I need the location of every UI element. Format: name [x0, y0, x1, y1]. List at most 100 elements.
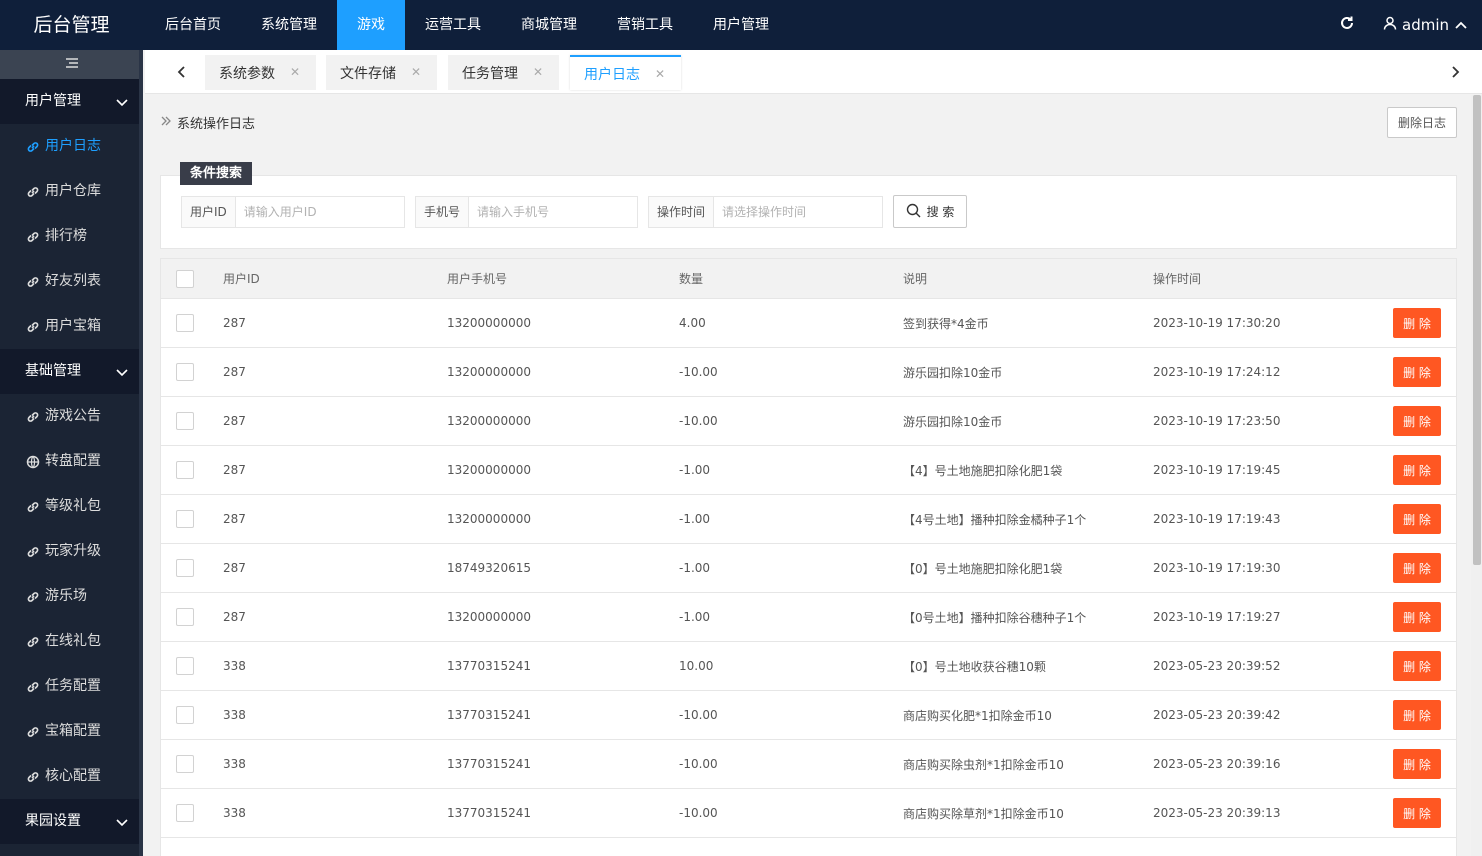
sidebar-item-label: 等级礼包 [45, 498, 101, 514]
delete-row-button[interactable]: 删 除 [1393, 357, 1441, 387]
sidebar-item-online-gift[interactable]: 在线礼包 [0, 619, 143, 664]
cell-user-id: 287 [223, 414, 246, 428]
top-nav-shop[interactable]: 商城管理 [501, 0, 597, 50]
row-checkbox[interactable] [176, 755, 194, 773]
delete-row-button[interactable]: 删 除 [1393, 553, 1441, 583]
top-nav-users[interactable]: 用户管理 [693, 0, 789, 50]
top-nav-ops-tools[interactable]: 运营工具 [405, 0, 501, 50]
top-nav-marketing[interactable]: 营销工具 [597, 0, 693, 50]
chevron-down-icon [115, 349, 129, 394]
sidebar-item-playground[interactable]: 游乐场 [0, 574, 143, 619]
column-header-description: 说明 [903, 272, 928, 286]
row-checkbox[interactable] [176, 314, 194, 332]
sidebar-item-label: 在线礼包 [45, 633, 101, 649]
close-icon[interactable]: ✕ [655, 67, 665, 81]
select-all-checkbox[interactable] [176, 269, 194, 288]
cell-quantity: -10.00 [679, 757, 718, 771]
user-menu[interactable]: admin [1383, 16, 1468, 34]
cell-description: 商店购买除虫剂*1扣除金币10 [903, 757, 1064, 772]
link-icon [25, 589, 41, 605]
sidebar-group-basic-management[interactable]: 基础管理 [0, 349, 143, 394]
sidebar: 用户管理 用户日志 用户仓库 排行榜 好友列表 用户宝箱 基础管理 游戏公告 转… [0, 50, 143, 856]
sidebar-item-label: 任务配置 [45, 678, 101, 694]
phone-label: 手机号 [416, 197, 470, 227]
delete-row-button[interactable]: 删 除 [1393, 406, 1441, 436]
delete-row-button[interactable]: 删 除 [1393, 798, 1441, 828]
row-checkbox[interactable] [176, 657, 194, 675]
sidebar-group-user-management[interactable]: 用户管理 [0, 79, 143, 124]
sidebar-item-level-gift[interactable]: 等级礼包 [0, 484, 143, 529]
delete-row-button[interactable]: 删 除 [1393, 700, 1441, 730]
tab-user-log[interactable]: 用户日志 ✕ [570, 55, 681, 90]
row-checkbox[interactable] [176, 412, 194, 430]
sidebar-item-user-warehouse[interactable]: 用户仓库 [0, 169, 143, 214]
link-icon [25, 499, 41, 515]
delete-row-button[interactable]: 删 除 [1393, 651, 1441, 681]
scrollbar-thumb[interactable] [1473, 95, 1481, 565]
top-nav-home[interactable]: 后台首页 [145, 0, 241, 50]
sidebar-item-leaderboard[interactable]: 排行榜 [0, 214, 143, 259]
sidebar-item-task-config[interactable]: 任务配置 [0, 664, 143, 709]
cell-phone: 13200000000 [447, 414, 531, 428]
table-header: 用户ID 用户手机号 数量 说明 操作时间 [161, 259, 1456, 299]
close-icon[interactable]: ✕ [290, 65, 300, 79]
row-checkbox[interactable] [176, 706, 194, 724]
row-checkbox[interactable] [176, 510, 194, 528]
sidebar-item-user-log[interactable]: 用户日志 [0, 124, 143, 169]
cell-time: 2023-05-23 20:39:52 [1153, 659, 1281, 673]
cell-description: 游乐园扣除10金币 [903, 365, 1003, 380]
refresh-icon[interactable] [1339, 15, 1355, 35]
sidebar-item-chest-config[interactable]: 宝箱配置 [0, 709, 143, 754]
row-checkbox[interactable] [176, 804, 194, 822]
row-checkbox[interactable] [176, 608, 194, 626]
tab-file-storage[interactable]: 文件存储 ✕ [326, 55, 437, 90]
tabs-scroll-left-button[interactable] [167, 50, 197, 94]
tab-system-params[interactable]: 系统参数 ✕ [205, 55, 316, 90]
tabs-bar: 系统参数 ✕ 文件存储 ✕ 任务管理 ✕ 用户日志 ✕ [145, 50, 1482, 94]
delete-row-button[interactable]: 删 除 [1393, 504, 1441, 534]
row-checkbox[interactable] [176, 461, 194, 479]
double-chevron-right-icon [160, 115, 172, 131]
row-checkbox[interactable] [176, 559, 194, 577]
sidebar-item-game-notice[interactable]: 游戏公告 [0, 394, 143, 439]
close-icon[interactable]: ✕ [533, 65, 543, 79]
cell-time: 2023-10-19 17:19:45 [1153, 463, 1281, 477]
link-icon [25, 409, 41, 425]
cell-time: 2023-10-19 17:19:27 [1153, 610, 1281, 624]
cell-description: 【0】号土地施肥扣除化肥1袋 [903, 561, 1063, 576]
sidebar-item-core-config[interactable]: 核心配置 [0, 754, 143, 799]
tab-task-management[interactable]: 任务管理 ✕ [448, 55, 559, 90]
sidebar-scrollbar[interactable] [139, 50, 143, 856]
row-checkbox[interactable] [176, 363, 194, 381]
sidebar-item-user-chest[interactable]: 用户宝箱 [0, 304, 143, 349]
table-row: 287 18749320615 -1.00 【0】号土地施肥扣除化肥1袋 2023-10… [161, 544, 1456, 593]
search-button[interactable]: 搜 索 [893, 195, 967, 228]
sidebar-item-friends[interactable]: 好友列表 [0, 259, 143, 304]
phone-input[interactable] [469, 197, 637, 227]
delete-row-button[interactable]: 删 除 [1393, 749, 1441, 779]
sidebar-item-player-upgrade[interactable]: 玩家升级 [0, 529, 143, 574]
sidebar-group-label: 基础管理 [25, 363, 81, 379]
delete-row-button[interactable]: 删 除 [1393, 308, 1441, 338]
delete-log-button[interactable]: 删除日志 [1387, 107, 1457, 138]
cell-quantity: -10.00 [679, 414, 718, 428]
content-scrollbar[interactable] [1471, 95, 1482, 856]
cell-user-id: 338 [223, 806, 246, 820]
cell-quantity: -1.00 [679, 463, 711, 477]
top-nav-game[interactable]: 游戏 [337, 0, 405, 50]
tabs-scroll-right-button[interactable] [1440, 50, 1470, 94]
sidebar-group-orchard-settings[interactable]: 果园设置 [0, 799, 143, 844]
delete-row-button[interactable]: 删 除 [1393, 602, 1441, 632]
search-button-label: 搜 索 [926, 205, 955, 219]
column-header-phone: 用户手机号 [447, 272, 508, 286]
close-icon[interactable]: ✕ [411, 65, 421, 79]
sidebar-item-wheel-config[interactable]: 转盘配置 [0, 439, 143, 484]
operation-time-input[interactable] [714, 197, 882, 227]
delete-row-button[interactable]: 删 除 [1393, 455, 1441, 485]
table-row: 287 13200000000 -1.00 【0号土地】播种扣除谷穗种子1个 2023-… [161, 593, 1456, 642]
top-bar: 后台管理 后台首页 系统管理 游戏 运营工具 商城管理 营销工具 用户管理 ad… [0, 0, 1482, 50]
user-id-input[interactable] [235, 197, 404, 227]
link-icon [25, 184, 41, 200]
top-nav-system[interactable]: 系统管理 [241, 0, 337, 50]
sidebar-fold-toggle[interactable] [0, 50, 143, 79]
